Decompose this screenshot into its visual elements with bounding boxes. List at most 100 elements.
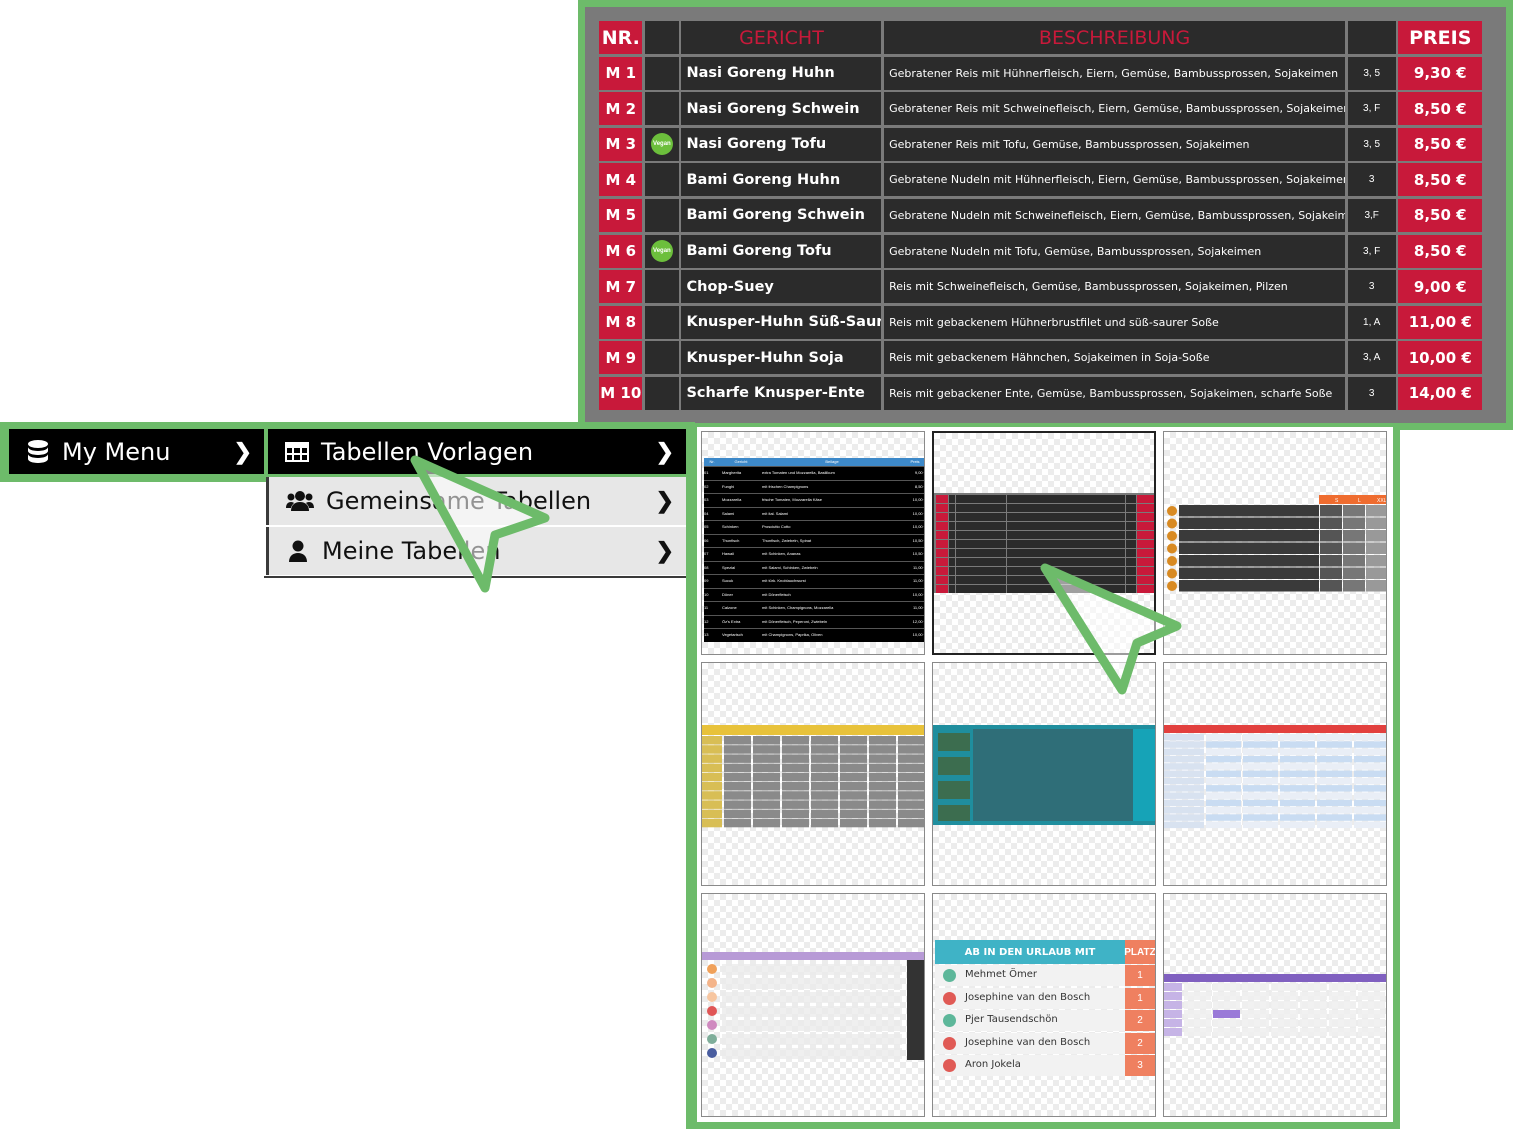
preview-cell: [722, 1006, 902, 1017]
pizza-cell: Calzone: [722, 605, 737, 610]
preview-cell: [1179, 567, 1319, 579]
preview-cell: [1280, 814, 1315, 821]
row-allergene: 3: [1347, 376, 1396, 410]
preview-cell: [1366, 517, 1386, 529]
preview-cell: [1317, 763, 1352, 770]
template-purple-schedule[interactable]: [1163, 893, 1387, 1117]
preview-cell: [782, 791, 809, 800]
preview-cell: [1317, 821, 1352, 829]
preview-cell: [1243, 748, 1278, 756]
row-gericht: Knusper-Huhn Süß-Saurer: [681, 305, 882, 339]
preview-cell: [949, 522, 955, 530]
preview-cell: [753, 791, 780, 800]
preview-cell: [1126, 531, 1136, 539]
preview-cell: [1126, 495, 1136, 503]
preview-cell: [840, 745, 867, 754]
preview-cell: [1164, 748, 1204, 756]
preview-cell: [1206, 785, 1241, 792]
preview-cell: [949, 540, 955, 548]
template-ranking[interactable]: AB IN DEN URLAUB MIT PLATZ Mehmet Ömer 1 J…: [932, 893, 1156, 1117]
preview-cell: [1179, 580, 1319, 592]
preview-cell: [1243, 807, 1278, 814]
preview-cell: [1206, 814, 1241, 821]
preview-cell: [1164, 1019, 1182, 1027]
preview-cell: [702, 736, 722, 745]
preview-cell: [1317, 814, 1352, 821]
pizza-row: 09 Sucuk mit türk. Knoblauchwurst 11,00 €: [704, 574, 924, 588]
preview-cell: [1164, 741, 1204, 748]
preview-cell: [1271, 983, 1298, 991]
preview-cell: [1179, 517, 1319, 529]
preview-cell: [724, 772, 751, 782]
preview-cell: [949, 576, 955, 584]
preview-cell: [869, 791, 896, 800]
preview-cell: [956, 576, 1006, 584]
preview-cell: [949, 585, 955, 593]
preview-cell: [1317, 807, 1352, 814]
preview-cell: [1343, 517, 1365, 529]
row-nr: M 10: [599, 376, 643, 410]
preview-cell: [702, 818, 722, 828]
preview-cell: [1317, 734, 1352, 741]
pizza-row: 03 Mozzarella frische Tomaten, Mozzarella …: [704, 493, 925, 507]
preview-cell: [1179, 555, 1319, 567]
my-menu-button[interactable]: My Menu ❯: [9, 429, 264, 474]
row-allergene: 3: [1347, 270, 1396, 304]
preview-cell: [1320, 542, 1342, 554]
pizza-cell: mit türk. Knoblauchwurst: [762, 578, 806, 583]
preview-cell: [1164, 821, 1204, 829]
preview-cell: [811, 763, 838, 773]
preview-cell: [1164, 763, 1204, 770]
ranking-row: Pjer Tausendschön 2: [935, 1010, 1155, 1031]
ranking-name: Josephine van den Bosch: [965, 991, 1091, 1003]
preview-cell: [1243, 785, 1278, 792]
preview-cell: [1179, 505, 1319, 517]
pizza-header-cell: Beilage: [825, 459, 839, 464]
yellow-schedule-preview: [702, 725, 924, 828]
preview-cell: [722, 1034, 902, 1045]
preview-cell: [702, 772, 722, 782]
row-gericht: Knusper-Huhn Soja: [681, 341, 882, 375]
preview-cell: [753, 800, 780, 809]
row-gericht: Bami Goreng Tofu: [681, 234, 882, 268]
preview-cell: [1184, 1028, 1211, 1036]
avatar-icon: [943, 1014, 956, 1027]
pizza-cell: 11,00 €: [912, 605, 925, 610]
preview-cell: [724, 745, 751, 754]
preview-cell: [898, 772, 924, 782]
pizza-row: 02 Funghi mit frischen Champignons 8,50 €: [704, 479, 924, 493]
pizza-cell: 07: [704, 551, 709, 556]
preview-cell: [724, 800, 751, 809]
preview-cell: [1184, 1019, 1211, 1027]
pizza-cell: 06: [704, 537, 709, 543]
pizza-cell: 10,00 €: [912, 497, 925, 502]
preview-cell: [840, 772, 867, 782]
preview-cell: [1300, 1010, 1327, 1018]
mini-nr-cell: [936, 549, 948, 557]
preview-cell: [1007, 513, 1125, 521]
pizza-cell: 10,00 €: [912, 591, 925, 597]
preview-cell: [1164, 785, 1204, 792]
purple-schedule-preview: [1164, 974, 1386, 1036]
template-pastel-list[interactable]: [701, 893, 925, 1117]
preview-cell: [724, 782, 751, 791]
template-yellow-schedule[interactable]: [701, 662, 925, 886]
preview-cell: [1280, 807, 1315, 814]
preview-cell: [898, 763, 924, 773]
color-dot-icon: [707, 978, 717, 988]
preview-cell: [1243, 821, 1278, 829]
pizza-cell: Funghi: [722, 483, 735, 489]
template-pizza-menu[interactable]: Nr. Gericht Beilage Preis 01 Margherita extra …: [701, 431, 925, 655]
preview-cell: [1126, 513, 1136, 521]
preview-cell: [1007, 540, 1125, 548]
preview-cell: [1343, 542, 1365, 554]
preview-cell: [1243, 792, 1278, 799]
preview-cell: [782, 745, 809, 754]
burger-icon: [1167, 506, 1177, 516]
preview-cell: [1320, 580, 1342, 592]
mini-nr-cell: [936, 540, 948, 548]
row-beschreibung: Reis mit Schweinefleisch, Gemüse, Bambus…: [884, 270, 1346, 304]
preview-cell: [1243, 734, 1278, 741]
preview-cell: [840, 754, 867, 763]
preview-cell: [1343, 530, 1365, 542]
